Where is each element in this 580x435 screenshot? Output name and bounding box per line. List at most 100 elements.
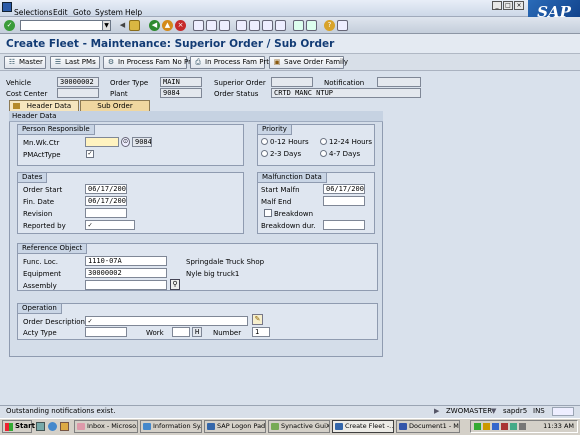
taskbar-sap-logon[interactable]: SAP Logon Pad... xyxy=(204,420,266,433)
priority-radio-12-24[interactable] xyxy=(320,138,327,145)
cost-center-field[interactable] xyxy=(57,88,99,98)
quicklaunch-desktop-icon[interactable] xyxy=(36,422,45,431)
taskbar-information[interactable]: Information Sy... xyxy=(140,420,202,433)
enter-icon[interactable]: ✓ xyxy=(4,20,15,31)
start-malfn-field[interactable]: 06/17/2005 xyxy=(323,184,365,194)
last-pms-label: Last PMs xyxy=(65,58,96,66)
plant-field[interactable]: 9084 xyxy=(160,88,202,98)
taskbar-document1[interactable]: Document1 - Mi... xyxy=(396,420,460,433)
plant-label: Plant xyxy=(110,90,128,98)
first-page-icon[interactable] xyxy=(236,20,247,31)
taskbar-guixt[interactable]: Synactive GuiXT xyxy=(268,420,330,433)
create-session-icon[interactable] xyxy=(293,20,304,31)
tray-network-icon[interactable] xyxy=(474,423,481,430)
tray-antivirus-icon[interactable] xyxy=(501,423,508,430)
taskbar-inbox[interactable]: Inbox - Microso... xyxy=(74,420,138,433)
binoculars-icon[interactable]: ⚲ xyxy=(170,279,180,290)
cancel-icon[interactable]: × xyxy=(175,20,186,31)
quicklaunch-outlook-icon[interactable] xyxy=(60,422,69,431)
breakdown-checkbox[interactable] xyxy=(264,209,272,217)
last-page-icon[interactable] xyxy=(275,20,286,31)
panel-header: Header Data xyxy=(9,111,383,122)
in-process-no-prt-label: In Process Fam No Prt xyxy=(118,58,194,66)
next-page-icon[interactable] xyxy=(262,20,273,31)
menu-help[interactable]: Help xyxy=(125,8,142,17)
order-type-field[interactable]: MAIN xyxy=(160,77,202,87)
reported-by-field[interactable]: ✓ xyxy=(85,220,135,230)
sap-window-icon xyxy=(335,423,343,430)
superior-order-field[interactable] xyxy=(271,77,313,87)
last-pms-button[interactable]: ☰ Last PMs xyxy=(50,56,100,69)
minimize-icon[interactable]: _ xyxy=(492,1,502,10)
save-order-family-button[interactable]: ▣ Save Order Family xyxy=(269,56,348,69)
order-status-field[interactable]: CRTD MANC NTUP xyxy=(271,88,421,98)
command-field[interactable] xyxy=(20,20,108,31)
tray-sap-icon[interactable] xyxy=(492,423,499,430)
find-icon[interactable] xyxy=(206,20,217,31)
notification-field[interactable] xyxy=(377,77,421,87)
number-field[interactable]: 1 xyxy=(252,327,270,337)
priority-title: Priority xyxy=(258,125,292,135)
order-start-field[interactable]: 06/17/2005 xyxy=(85,184,127,194)
priority-radio-0-12[interactable] xyxy=(261,138,268,145)
vehicle-field[interactable]: 30000002 xyxy=(57,77,99,87)
menu-goto[interactable]: Goto xyxy=(73,8,91,17)
start-button[interactable]: Start xyxy=(2,420,35,433)
pencil-icon[interactable]: ✎ xyxy=(252,314,263,325)
quicklaunch-ie-icon[interactable] xyxy=(48,422,57,431)
func-loc-field[interactable]: 1110-07A xyxy=(85,256,167,266)
malf-end-field[interactable] xyxy=(323,196,365,206)
close-icon[interactable]: × xyxy=(514,1,524,10)
breakdown-dur-field[interactable] xyxy=(323,220,365,230)
work-center-plant-field[interactable]: 9084 xyxy=(132,137,152,147)
pm-act-type-checkbox[interactable]: ✓ xyxy=(86,150,94,158)
acty-type-field[interactable] xyxy=(85,327,127,337)
save-icon[interactable] xyxy=(129,20,140,31)
equipment-field[interactable]: 30000002 xyxy=(85,268,167,278)
cost-center-label: Cost Center xyxy=(6,90,48,98)
menu-edit[interactable]: Edit xyxy=(53,8,68,17)
command-dropdown-icon[interactable]: ▼ xyxy=(102,20,111,31)
fin-date-field[interactable]: 06/17/2005 xyxy=(85,196,127,206)
arrow-left-icon[interactable]: ◀ xyxy=(117,20,128,31)
status-lock-icon xyxy=(552,407,574,416)
taskbar-information-label: Information Sy... xyxy=(153,422,202,430)
master-button[interactable]: ☷ Master xyxy=(4,56,46,69)
print-icon[interactable] xyxy=(193,20,204,31)
layout-menu-icon[interactable] xyxy=(337,20,348,31)
work-unit-field[interactable]: H xyxy=(192,327,202,337)
prev-page-icon[interactable] xyxy=(249,20,260,31)
window-controls: _ □ × xyxy=(491,1,524,10)
window-menu-icon[interactable] xyxy=(2,2,12,12)
search-help-icon[interactable]: ⊙ xyxy=(121,137,130,147)
system-tray: 11:33 AM xyxy=(470,420,578,433)
order-description-label: Order Description xyxy=(23,318,85,326)
master-label: Master xyxy=(19,58,43,66)
find-next-icon[interactable] xyxy=(219,20,230,31)
menu-selections[interactable]: Selections xyxy=(14,8,52,17)
work-field[interactable] xyxy=(172,327,190,337)
windows-logo-icon xyxy=(5,423,13,431)
taskbar-create-fleet[interactable]: Create Fleet -... xyxy=(332,420,394,433)
shortcut-icon[interactable] xyxy=(306,20,317,31)
status-dropdown-icon[interactable]: ▼ xyxy=(491,407,496,415)
process-icon: ⚙ xyxy=(107,58,115,66)
tray-shield-icon[interactable] xyxy=(483,423,490,430)
back-icon[interactable]: ◀ xyxy=(149,20,160,31)
in-process-no-prt-button[interactable]: ⚙ In Process Fam No Prt xyxy=(103,56,194,69)
mn-wk-ctr-field[interactable] xyxy=(85,137,119,147)
maximize-icon[interactable]: □ xyxy=(503,1,513,10)
priority-radio-4-7[interactable] xyxy=(320,150,327,157)
status-expand-icon[interactable]: ▶ xyxy=(434,407,439,415)
menu-system[interactable]: System xyxy=(95,8,123,17)
revision-field[interactable] xyxy=(85,208,127,218)
order-description-field[interactable]: ✓ xyxy=(85,316,248,326)
in-process-prt-button[interactable]: ⎙ In Process Fam Prt xyxy=(190,56,269,69)
assembly-field[interactable] xyxy=(85,280,167,290)
exit-icon[interactable]: ▲ xyxy=(162,20,173,31)
tray-volume-icon[interactable] xyxy=(519,423,526,430)
priority-radio-2-3[interactable] xyxy=(261,150,268,157)
help-icon[interactable]: ? xyxy=(324,20,335,31)
tray-connection-icon[interactable] xyxy=(510,423,517,430)
taskbar-document1-label: Document1 - Mi... xyxy=(409,422,460,430)
